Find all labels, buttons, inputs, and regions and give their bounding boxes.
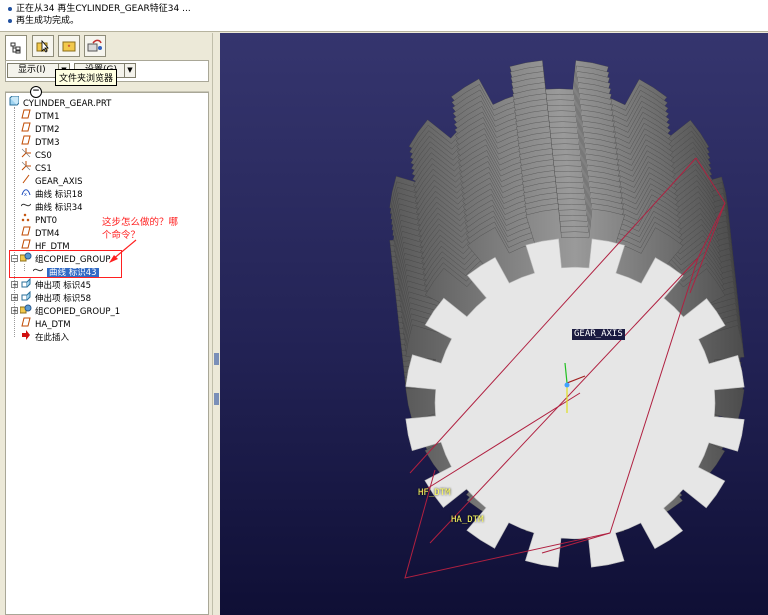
tree-item-dtm3[interactable]: DTM3 <box>20 135 59 148</box>
tab-connections[interactable] <box>84 35 106 57</box>
tree-item-insert-here[interactable]: 在此插入 <box>20 330 69 343</box>
gear-model <box>389 60 745 579</box>
tab-favorites[interactable] <box>58 35 80 57</box>
model-tree: CYLINDER_GEAR.PRT DTM1 DTM2 DTM3 CS0 CS1… <box>5 92 209 615</box>
connections-icon <box>87 39 102 52</box>
tree-item-extrude-45[interactable]: 伸出项 标识45 <box>20 277 91 291</box>
expand-toggle[interactable]: + <box>11 294 18 302</box>
tab-model-tree[interactable] <box>5 35 27 60</box>
favorites-icon <box>62 41 76 52</box>
collapse-grip-icon[interactable] <box>214 353 219 365</box>
bullet-icon <box>8 6 12 11</box>
tree-item-dtm2[interactable]: DTM2 <box>20 122 59 135</box>
tree-item-cs0[interactable]: CS0 <box>20 148 52 161</box>
panel-splitter[interactable] <box>212 33 220 615</box>
graphics-viewport[interactable]: GEAR_AXIS HF_DTM HA_DTM <box>220 33 768 615</box>
folder-browser-icon <box>36 39 49 53</box>
tree-item-cs1[interactable]: CS1 <box>20 161 52 174</box>
svg-text:x: x <box>24 192 27 197</box>
tree-item-dtm4[interactable]: DTM4 <box>20 226 59 239</box>
annotation-arrow-icon <box>109 239 137 263</box>
tooltip: 文件夹浏览器 <box>55 69 118 86</box>
message-area: 正在从34 再生CYLINDER_GEAR特征34 ... 再生成功完成。 <box>0 0 768 32</box>
tree-item-dtm1[interactable]: DTM1 <box>20 109 59 122</box>
ha-dtm-label[interactable]: HA_DTM <box>449 515 486 526</box>
expand-toggle[interactable]: + <box>11 307 18 315</box>
hf-dtm-label[interactable]: HF_DTM <box>416 488 453 499</box>
tree-item-gear-axis[interactable]: GEAR_AXIS <box>20 174 82 187</box>
settings-dropdown-arrow[interactable]: ▼ <box>124 63 136 78</box>
bullet-icon <box>8 18 12 23</box>
tree-item-pnt0[interactable]: PNT0 <box>20 213 57 226</box>
insert-here-icon <box>20 330 32 345</box>
tree-icon <box>10 42 21 54</box>
message-line-1: 正在从34 再生CYLINDER_GEAR特征34 ... <box>8 3 768 15</box>
tab-folder-browser[interactable] <box>32 35 54 57</box>
navigator-panel: 文件夹浏览器 显示(I) ▼ 设置(G) ▼ − CYLINDER_GEAR.P… <box>0 33 212 615</box>
expand-grip-icon[interactable] <box>214 393 219 405</box>
tree-item-ha-dtm[interactable]: HA_DTM <box>20 317 71 330</box>
tree-item-curve-18[interactable]: x 曲线 标识18 <box>20 187 83 200</box>
tree-item-extrude-58[interactable]: 伸出项 标识58 <box>20 290 91 304</box>
navigator-tabs <box>5 35 205 60</box>
gear-axis-label[interactable]: GEAR_AXIS <box>572 329 625 340</box>
tree-item-curve-34[interactable]: 曲线 标识34 <box>20 200 83 213</box>
show-menu-button[interactable]: 显示(I) <box>7 63 61 78</box>
tree-item-copied-group-1[interactable]: 组COPIED_GROUP_1 <box>19 304 120 317</box>
message-line-2: 再生成功完成。 <box>8 15 768 27</box>
tree-guide-line <box>14 107 15 337</box>
mouse-cursor-icon: − <box>30 86 42 98</box>
tree-root[interactable]: CYLINDER_GEAR.PRT <box>8 95 111 109</box>
expand-toggle[interactable]: + <box>11 281 18 289</box>
